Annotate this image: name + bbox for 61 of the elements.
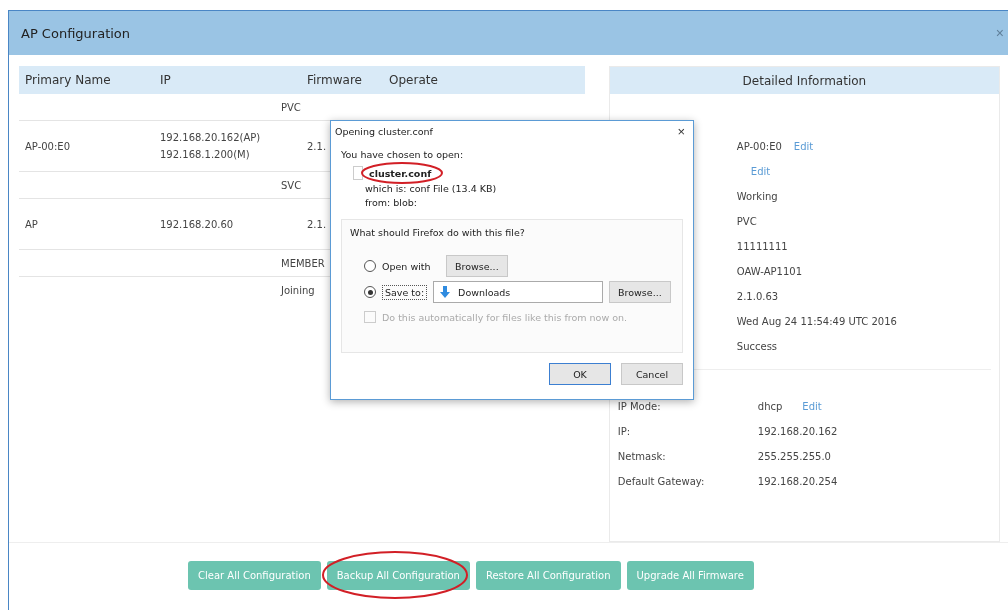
- table-cell-text: 2.1.: [307, 217, 327, 232]
- close-button[interactable]: ×: [995, 25, 1004, 41]
- file-source-text: from: blob:: [365, 197, 419, 210]
- browse-button[interactable]: Browse...: [446, 255, 508, 277]
- table-cell-text: AP-00:E0: [25, 139, 71, 154]
- file-name: cluster.conf: [369, 167, 432, 179]
- table-cell-text: 192.168.20.162(AP): [160, 131, 262, 145]
- detail-value: 192.168.20.254: [757, 476, 838, 487]
- folder-name: Downloads: [458, 286, 511, 298]
- modal-title: AP Configuration: [21, 25, 131, 41]
- table-cell-text: 192.168.20.60: [160, 217, 235, 232]
- column-header: Firmware: [307, 73, 363, 87]
- action-button[interactable]: Upgrade All Firmware: [626, 561, 754, 590]
- status-text: Joining: [281, 284, 315, 296]
- radio-button[interactable]: [364, 260, 376, 272]
- action-button[interactable]: Backup All Configuration: [326, 561, 470, 590]
- panel-title: Detailed Information: [742, 73, 867, 88]
- file-icon: [353, 166, 363, 180]
- option-label: Save to:: [382, 284, 428, 300]
- detail-label: IP Mode:: [617, 401, 662, 412]
- checkbox-label: Do this automatically for files like this from now on.: [382, 311, 628, 323]
- column-header: Operate: [389, 73, 439, 87]
- column-header: Primary Name: [25, 73, 112, 87]
- edit-link[interactable]: Edit: [793, 141, 814, 152]
- table-cell-text: 192.168.1.200(M): [160, 148, 251, 162]
- dialog-button[interactable]: Cancel: [621, 363, 683, 385]
- question-text: What should Firefox do with this file?: [350, 226, 526, 240]
- group-label: MEMBER: [281, 257, 325, 269]
- edit-link[interactable]: Edit: [802, 401, 822, 412]
- radio-button[interactable]: [364, 286, 376, 298]
- detail-value: Wed Aug 24 11:54:49 UTC 2016: [736, 316, 897, 327]
- detail-value: Working: [736, 191, 778, 202]
- action-button[interactable]: Restore All Configuration: [475, 561, 621, 590]
- detail-value: OAW-AP1101: [736, 266, 802, 277]
- detail-label: IP:: [617, 426, 632, 437]
- detail-value: 192.168.20.162: [757, 426, 838, 437]
- edit-link[interactable]: Edit: [750, 166, 771, 177]
- folder-field[interactable]: Downloads: [433, 281, 604, 303]
- browse-button[interactable]: Browse...: [609, 281, 671, 303]
- dialog-text: You have chosen to open:: [341, 148, 465, 162]
- dialog-button[interactable]: OK: [549, 363, 611, 385]
- column-header: IP: [160, 73, 172, 87]
- dialog-title: Opening cluster.conf: [335, 126, 433, 137]
- close-button[interactable]: ×: [677, 124, 685, 139]
- detail-value: 11111111: [736, 241, 788, 252]
- option-label: Open with: [382, 260, 432, 272]
- detail-value: PVC: [736, 216, 757, 227]
- detail-value: 255.255.255.0: [757, 451, 831, 462]
- table-cell-text: 2.1.: [307, 139, 327, 154]
- detail-label: Netmask:: [617, 451, 667, 462]
- group-label: SVC: [281, 179, 302, 191]
- table-cell-text: AP: [25, 217, 38, 232]
- download-arrow-icon: [440, 286, 451, 298]
- detail-value: Success: [736, 341, 778, 352]
- detail-label: Default Gateway:: [617, 476, 706, 487]
- detail-value: dhcp: [757, 401, 783, 412]
- action-button[interactable]: Clear All Configuration: [188, 561, 321, 590]
- group-label: PVC: [281, 101, 301, 113]
- detail-value: AP-00:E0: [736, 141, 782, 152]
- file-type-text: which is: conf File (13.4 KB): [365, 183, 498, 196]
- detail-value: 2.1.0.63: [736, 291, 779, 302]
